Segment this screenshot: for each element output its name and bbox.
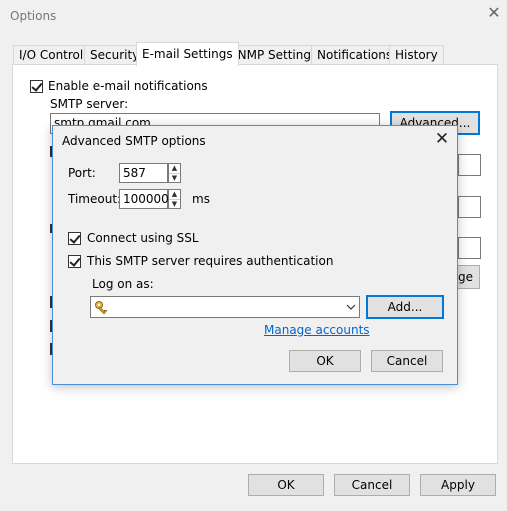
window-title: Options (10, 9, 57, 23)
enable-email-label: Enable e-mail notifications (48, 79, 208, 93)
manage-accounts-link[interactable]: Manage accounts (264, 323, 370, 337)
timeout-input[interactable]: 100000 (119, 189, 169, 209)
spin-down-icon[interactable]: ▼ (169, 174, 180, 183)
dialog-ok-button[interactable]: OK (289, 350, 361, 372)
spin-up-icon[interactable]: ▲ (169, 190, 180, 200)
spin-down-icon[interactable]: ▼ (169, 200, 180, 209)
port-value: 587 (123, 166, 146, 180)
smtp-server-label: SMTP server: (50, 97, 129, 111)
apply-button[interactable]: Apply (420, 474, 496, 496)
close-icon[interactable]: ✕ (486, 4, 502, 22)
ssl-label: Connect using SSL (87, 231, 199, 245)
ssl-checkbox[interactable] (68, 232, 81, 245)
hidden-field-2[interactable] (458, 196, 481, 218)
dialog-cancel-button[interactable]: Cancel (371, 350, 443, 372)
advanced-smtp-dialog: Advanced SMTP options ✕ Port: 587 ▲ ▼ Tim… (52, 125, 458, 385)
ok-button[interactable]: OK (248, 474, 324, 496)
port-input[interactable]: 587 (119, 163, 168, 183)
timeout-value: 100000 (123, 192, 169, 206)
spin-up-icon[interactable]: ▲ (169, 164, 180, 174)
timeout-label: Timeout: (68, 192, 122, 206)
tab-history[interactable]: History (389, 45, 444, 64)
dialog-close-icon[interactable]: ✕ (433, 129, 451, 149)
key-icon (95, 301, 107, 315)
timeout-spinner[interactable]: ▲ ▼ (168, 189, 181, 209)
add-account-button[interactable]: Add... (366, 295, 444, 319)
chevron-down-icon[interactable] (346, 304, 356, 311)
tab-email-settings[interactable]: E-mail Settings (136, 42, 239, 66)
port-spinner[interactable]: ▲ ▼ (168, 163, 181, 183)
timeout-unit: ms (192, 192, 210, 206)
port-label: Port: (68, 166, 96, 180)
hidden-field-3[interactable] (458, 237, 481, 259)
dialog-title: Advanced SMTP options (62, 134, 206, 148)
tab-io-control[interactable]: I/O Control (13, 45, 90, 64)
logon-label: Log on as: (92, 277, 154, 291)
auth-label: This SMTP server requires authentication (87, 254, 334, 268)
hidden-field-1[interactable] (458, 154, 481, 176)
enable-email-checkbox[interactable] (30, 80, 43, 93)
logon-select[interactable] (90, 296, 360, 318)
auth-checkbox[interactable] (68, 255, 81, 268)
cancel-button[interactable]: Cancel (334, 474, 410, 496)
tab-snmp-settings[interactable]: SNMP Settings (224, 45, 324, 64)
tab-notifications[interactable]: Notifications (311, 45, 399, 64)
